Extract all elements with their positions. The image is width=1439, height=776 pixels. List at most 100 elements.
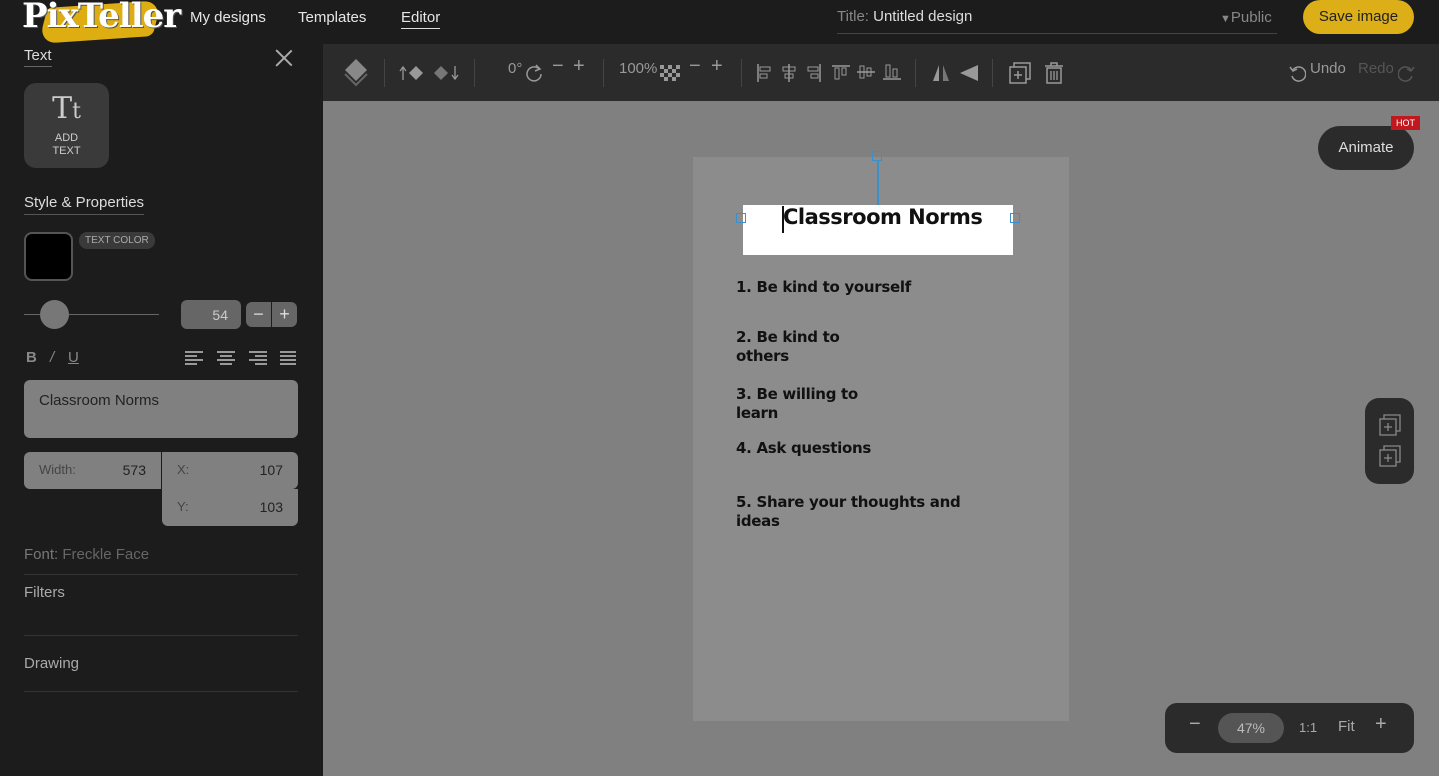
close-icon[interactable]	[274, 47, 294, 67]
bold-button[interactable]: B	[26, 349, 37, 366]
pixteller-logo[interactable]: PixTeller	[14, 0, 181, 44]
width-field[interactable]: Width: 573	[24, 452, 161, 489]
hot-badge: HOT	[1391, 116, 1420, 130]
opacity-increase-icon[interactable]: +	[711, 55, 723, 78]
rotation-line	[877, 161, 879, 205]
text-properties-panel: Text Tt ADD TEXT Style & Properties TEXT…	[0, 44, 323, 776]
font-size-input[interactable]: 54	[181, 300, 241, 329]
align-bottom-edge-icon[interactable]	[883, 64, 901, 80]
align-left-edge-icon[interactable]	[756, 64, 772, 82]
align-top-edge-icon[interactable]	[832, 64, 850, 80]
resize-handle-right[interactable]	[1010, 213, 1020, 223]
opacity-decrease-icon[interactable]: −	[689, 55, 701, 78]
animate-button[interactable]: Animate	[1318, 126, 1414, 170]
bring-forward-icon[interactable]	[399, 64, 425, 82]
zoom-bar: − 47% 1:1 Fit +	[1165, 703, 1414, 753]
style-properties-title: Style & Properties	[24, 194, 145, 215]
canvas-heading-text[interactable]: Classroom Norms	[783, 205, 983, 229]
width-value[interactable]: 573	[123, 462, 146, 478]
font-label: Font:	[24, 546, 59, 563]
undo-icon[interactable]	[1288, 64, 1306, 82]
norm-item[interactable]: 1. Be kind to yourself	[736, 278, 911, 297]
opacity-value[interactable]: 100%	[619, 60, 657, 77]
align-right-icon[interactable]	[249, 350, 267, 365]
font-value: Freckle Face	[62, 546, 150, 563]
save-image-button[interactable]: Save image	[1303, 0, 1414, 34]
align-left-icon[interactable]	[185, 350, 203, 365]
redo-button[interactable]: Redo	[1358, 60, 1394, 77]
rotation-decrease-icon[interactable]: −	[552, 55, 564, 78]
nav-templates[interactable]: Templates	[298, 9, 366, 26]
panel-title: Text	[24, 47, 52, 67]
divider	[24, 635, 298, 636]
x-label: X:	[177, 462, 190, 477]
divider	[24, 691, 298, 692]
transparency-icon[interactable]	[660, 65, 680, 81]
rotation-value[interactable]: 0°	[508, 60, 522, 77]
x-value[interactable]: 107	[260, 462, 283, 478]
zoom-out-icon[interactable]: −	[1189, 713, 1201, 736]
add-text-label-2: TEXT	[52, 145, 81, 157]
add-text-button[interactable]: Tt ADD TEXT	[24, 83, 109, 168]
add-page-icon[interactable]	[1379, 414, 1401, 436]
font-size-slider-thumb[interactable]	[40, 300, 69, 329]
duplicate-page-icon[interactable]	[1379, 445, 1401, 467]
y-value[interactable]: 103	[260, 499, 283, 515]
text-color-label: TEXT COLOR	[79, 232, 155, 249]
width-label: Width:	[39, 462, 76, 477]
nav-editor[interactable]: Editor	[401, 9, 441, 29]
rotate-handle[interactable]	[872, 151, 882, 161]
align-h-center-icon[interactable]	[781, 64, 797, 82]
zoom-value[interactable]: 47%	[1218, 713, 1284, 743]
zoom-one-to-one-button[interactable]: 1:1	[1299, 720, 1317, 735]
drawing-section[interactable]: Drawing	[24, 655, 298, 672]
visibility-dropdown[interactable]: ▼Public	[1220, 9, 1272, 26]
norm-item[interactable]: 3. Be willing to learn	[736, 385, 858, 423]
italic-button[interactable]: /	[50, 349, 54, 366]
add-text-icon: Tt	[52, 91, 81, 126]
text-color-swatch[interactable]	[24, 232, 73, 281]
norm-item[interactable]: 4. Ask questions	[736, 439, 871, 458]
undo-button[interactable]: Undo	[1310, 60, 1346, 77]
x-field[interactable]: X: 107	[162, 452, 298, 489]
duplicate-icon[interactable]	[1008, 61, 1032, 85]
flip-vertical-icon[interactable]	[958, 63, 980, 83]
design-title-field[interactable]: Title: Untitled design	[837, 8, 1277, 34]
send-backward-icon[interactable]	[432, 64, 460, 82]
divider	[24, 574, 298, 575]
font-size-decrease-button[interactable]: −	[246, 302, 271, 327]
title-value[interactable]: Untitled design	[873, 8, 972, 25]
logo-text: PixTeller	[22, 0, 181, 36]
layers-icon[interactable]	[343, 57, 369, 87]
add-text-label-1: ADD	[54, 132, 79, 144]
rotate-icon[interactable]	[525, 63, 543, 83]
font-size-increase-button[interactable]: +	[272, 302, 297, 327]
resize-handle-left[interactable]	[736, 213, 746, 223]
rotation-increase-icon[interactable]: +	[573, 55, 585, 78]
title-label: Title:	[837, 8, 869, 25]
visibility-label: Public	[1230, 9, 1272, 26]
top-bar: PixTeller My designs Templates Editor Ti…	[0, 0, 1439, 44]
text-cursor	[782, 206, 784, 233]
y-label: Y:	[177, 499, 189, 514]
nav-my-designs[interactable]: My designs	[190, 9, 266, 26]
norm-item[interactable]: 2. Be kind to others	[736, 328, 840, 366]
align-right-edge-icon[interactable]	[806, 64, 822, 82]
flip-horizontal-icon[interactable]	[931, 63, 951, 83]
zoom-fit-button[interactable]: Fit	[1338, 718, 1355, 735]
filters-section[interactable]: Filters	[24, 584, 298, 601]
caret-down-icon: ▼	[1220, 13, 1231, 25]
align-justify-icon[interactable]	[280, 350, 298, 365]
underline-button[interactable]: U	[68, 349, 79, 366]
side-tools	[1365, 398, 1414, 484]
zoom-in-icon[interactable]: +	[1375, 713, 1387, 736]
norm-item[interactable]: 5. Share your thoughts and ideas	[736, 493, 961, 531]
align-v-center-icon[interactable]	[857, 64, 875, 80]
font-selector[interactable]: Font: Freckle Face	[24, 546, 298, 563]
align-center-icon[interactable]	[217, 350, 235, 365]
redo-icon[interactable]	[1398, 64, 1416, 82]
trash-icon[interactable]	[1043, 61, 1065, 85]
y-field[interactable]: Y: 103	[162, 489, 298, 526]
editor-toolbar: 0° − + 100% − + Undo Redo	[323, 44, 1439, 101]
text-content-input[interactable]: Classroom Norms	[24, 380, 298, 438]
